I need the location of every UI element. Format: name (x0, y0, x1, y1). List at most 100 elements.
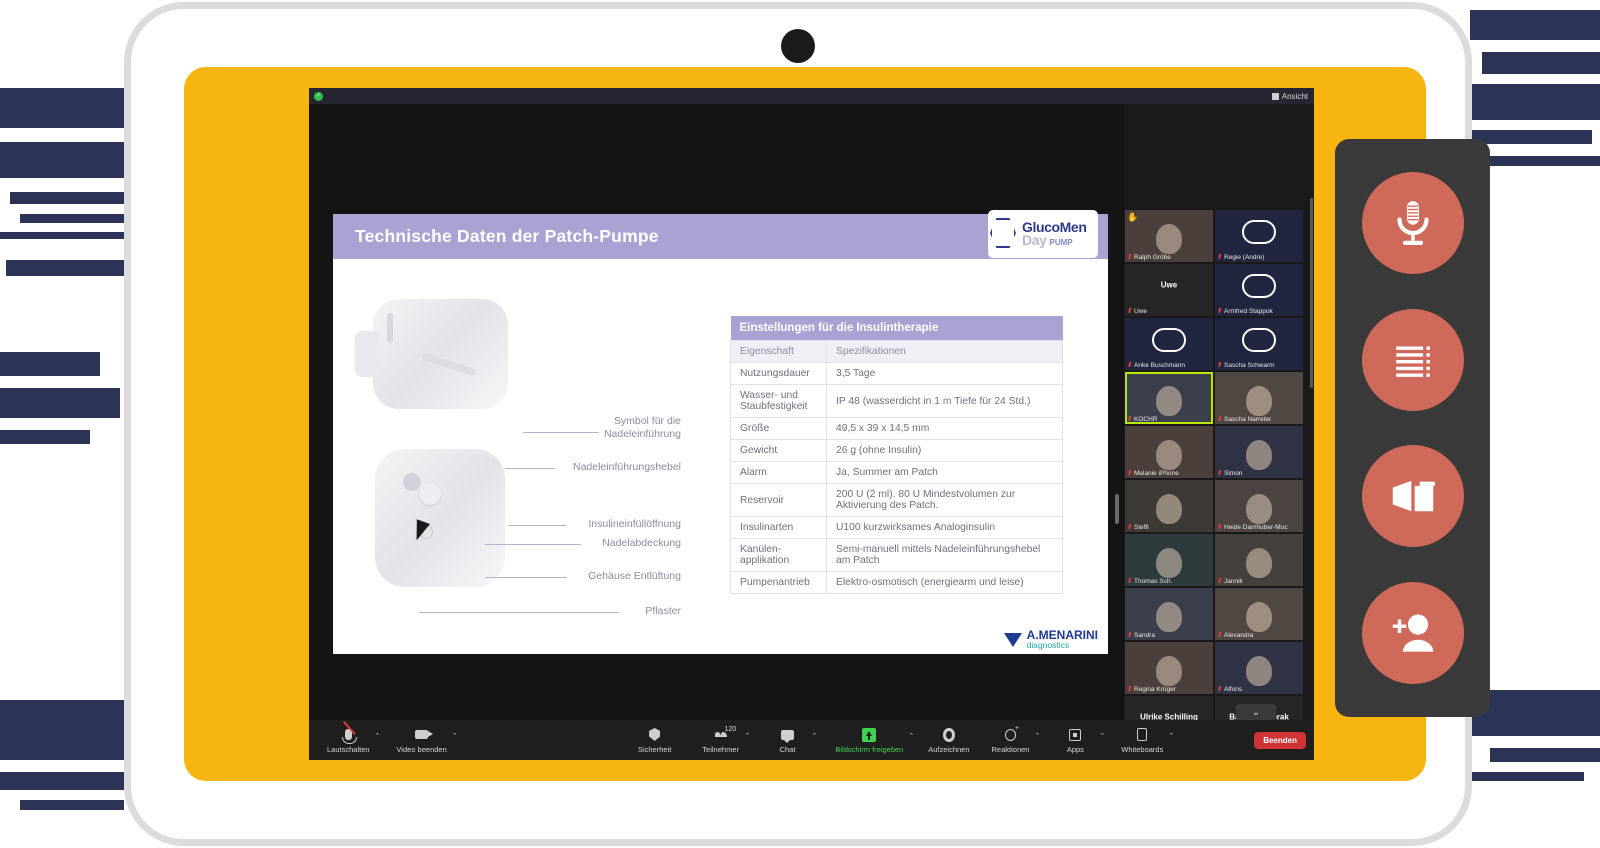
whiteboards-caret-icon[interactable]: ⌃ (1168, 732, 1174, 740)
brush-stroke (0, 88, 128, 128)
participant-tile[interactable]: Sandra (1125, 588, 1213, 640)
brush-stroke (1472, 156, 1600, 166)
participant-name-label: Sascha Narreter (1224, 416, 1271, 423)
apps-caret-icon[interactable]: ⌃ (1099, 732, 1105, 740)
toolbar-apps-button[interactable]: Apps (1052, 727, 1098, 754)
brush-stroke (0, 352, 100, 376)
tablet-device: ✓ Ansicht Technische Daten der Patch-Pum… (124, 2, 1472, 846)
participant-video-frame (1156, 548, 1182, 578)
brush-stroke (1472, 130, 1592, 144)
participant-name: Sandra (1127, 632, 1155, 639)
participant-tile[interactable]: Steffi (1125, 480, 1213, 532)
toolbar-share-screen-button[interactable]: Bildschirm freigeben (831, 727, 907, 754)
share-caret-icon[interactable]: ⌃ (908, 732, 914, 740)
participant-tile[interactable]: Regie (Andre) (1215, 210, 1303, 262)
participant-tile[interactable]: Jannik (1215, 534, 1303, 586)
toolbar-whiteboards-label: Whiteboards (1121, 745, 1163, 754)
brush-stroke (1472, 772, 1584, 781)
participant-name: Jannik (1217, 578, 1243, 585)
participant-name-label: KOCHR (1134, 416, 1157, 423)
glucomen-logo: GlucoMen Day PUMP (988, 210, 1098, 258)
mic-muted-icon (1217, 524, 1223, 531)
participant-tile[interactable]: ✋Ralph Gröbe (1125, 210, 1213, 262)
podcast-button[interactable] (1362, 172, 1464, 274)
participant-tile[interactable]: Sascha Narreter (1215, 372, 1303, 424)
table-header-1: Spezifikationen (827, 341, 1063, 363)
gallery-scrollbar[interactable] (1310, 198, 1313, 388)
participant-tile[interactable]: Thomas Sch. (1125, 534, 1213, 586)
video-options-caret-icon[interactable]: ⌃ (452, 732, 458, 740)
participant-tile[interactable]: Melanie iPhone (1125, 426, 1213, 478)
brush-stroke (20, 214, 128, 223)
logo-tag: PUMP (1049, 238, 1072, 247)
chat-caret-icon[interactable]: ⌃ (812, 732, 818, 740)
toolbar-apps-label: Apps (1067, 745, 1084, 754)
participant-tile[interactable]: KOCHR (1125, 372, 1213, 424)
presentation-button[interactable] (1362, 445, 1464, 547)
toolbar-whiteboards-button[interactable]: Whiteboards (1117, 727, 1167, 754)
mute-options-caret-icon[interactable]: ⌃ (375, 732, 381, 740)
participant-name-label: Steffi (1134, 524, 1149, 531)
participant-tile[interactable]: Alfons (1215, 642, 1303, 694)
participant-name-label: Thomas Sch. (1134, 578, 1172, 585)
triangle-icon (1004, 633, 1022, 647)
row-6-value: U100 kurzwirksames Analoginsulin (827, 517, 1063, 539)
toolbar-reactions-button[interactable]: Reaktionen (988, 727, 1034, 754)
agenda-button[interactable] (1362, 309, 1464, 411)
row-6-key: Insulinarten (731, 517, 827, 539)
participants-caret-icon[interactable]: ⌃ (745, 732, 751, 740)
row-1-key: Wasser- und Staubfestigkeit (731, 385, 827, 418)
tablet-camera (781, 29, 815, 63)
participant-name-label: Sandra (1134, 632, 1155, 639)
participant-video-frame (1156, 224, 1182, 254)
toolbar-record-button[interactable]: Aufzeichnen (924, 727, 973, 754)
table-header-0: Eigenschaft (731, 341, 827, 363)
participant-video-frame (1246, 548, 1272, 578)
toolbar-participants-button[interactable]: 120 Teilnehmer (698, 727, 744, 754)
participant-tile[interactable]: Simon (1215, 426, 1303, 478)
participant-tile[interactable]: Heide Damhuber-Muc (1215, 480, 1303, 532)
participant-tile[interactable]: Armfred Stappok (1215, 264, 1303, 316)
pump-lever (421, 353, 476, 377)
toolbar-security-button[interactable]: Sicherheit (632, 727, 678, 754)
participant-name: Steffi (1127, 524, 1149, 531)
annotation-5-label: Pflaster (645, 605, 681, 617)
toolbar-video-button[interactable]: Video beenden (392, 727, 450, 754)
participant-name: Alfons (1217, 686, 1242, 693)
participant-tile[interactable]: UweUwe (1125, 264, 1213, 316)
toolbar-chat-button[interactable]: Chat (765, 727, 811, 754)
participant-name-label: Regie (Andre) (1224, 254, 1264, 261)
mic-muted-icon (1217, 470, 1223, 477)
shield-check-icon[interactable]: ✓ (314, 92, 323, 101)
participant-tile[interactable]: Alexandra (1215, 588, 1303, 640)
logo-line2: Day (1022, 234, 1046, 247)
participants-count: 120 (724, 726, 736, 733)
participant-logo-icon (1242, 220, 1276, 244)
record-icon (943, 727, 955, 743)
patch-pump-front-image (373, 299, 508, 409)
participant-tile[interactable]: Regina Krüger (1125, 642, 1213, 694)
view-button[interactable]: Ansicht (1272, 92, 1308, 101)
brush-stroke (1490, 748, 1600, 762)
row-5-key: Reservoir (731, 484, 827, 517)
end-meeting-button[interactable]: Beenden (1254, 732, 1306, 749)
participant-tile[interactable]: Sascha Schwarm (1215, 318, 1303, 370)
row-2-key: Größe (731, 418, 827, 440)
share-scrollbar[interactable] (1115, 494, 1119, 524)
participant-tile[interactable]: Anke Buschmann (1125, 318, 1213, 370)
reactions-caret-icon[interactable]: ⌃ (1035, 732, 1041, 740)
table-row: AlarmJa, Summer am Patch (731, 462, 1063, 484)
mic-muted-icon (1127, 686, 1133, 693)
table-row: Wasser- und StaubfestigkeitIP 48 (wasser… (731, 385, 1063, 418)
slide-body: Symbol für die Nadeleinführung Nadeleinf… (333, 259, 1108, 654)
patch-pump-back-image (375, 449, 505, 587)
brush-stroke (10, 192, 128, 204)
table-row: Nutzungsdauer3,5 Tage (731, 363, 1063, 385)
annotation-3-label: Nadelabdeckung (602, 537, 681, 549)
mic-muted-icon (1127, 362, 1133, 369)
add-participant-button[interactable] (1362, 582, 1464, 684)
toolbar-mute-button[interactable]: Lautschalten (323, 727, 374, 754)
row-0-key: Nutzungsdauer (731, 363, 827, 385)
microphone-icon (1386, 196, 1440, 250)
toolbar-security-label: Sicherheit (638, 745, 671, 754)
